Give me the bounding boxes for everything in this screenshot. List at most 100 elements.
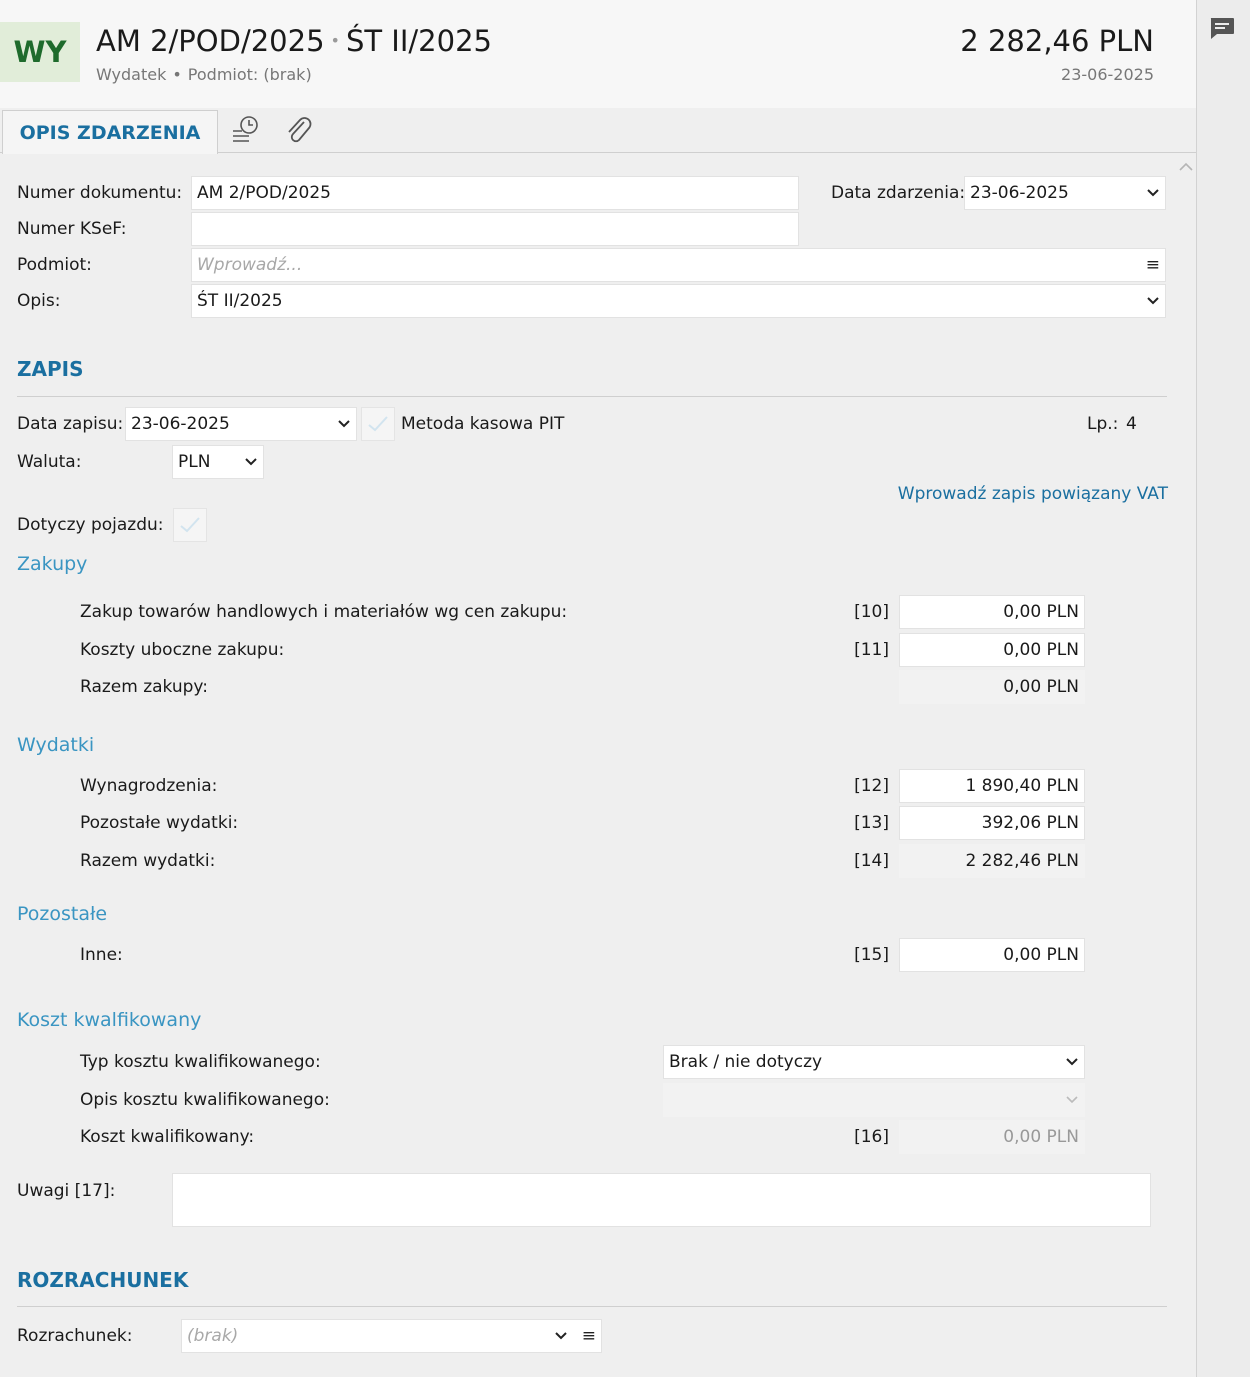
vehicle-checkbox[interactable]	[173, 508, 207, 542]
subtitle-separator: •	[172, 65, 182, 84]
qualified-cost-type-select[interactable]: Brak / nie dotyczy	[663, 1045, 1085, 1079]
scroll-up-chevron-icon[interactable]	[1178, 158, 1194, 171]
ksef-label: Numer KSeF:	[17, 219, 127, 239]
qualified-cost-label: Koszt kwalifikowany:	[80, 1127, 255, 1147]
chevron-down-icon	[1066, 1058, 1078, 1066]
field-code: [11]	[854, 640, 889, 660]
title-separator: •	[330, 31, 340, 50]
purchase-costs-label: Koszty uboczne zakupu:	[80, 640, 285, 660]
doc-number-label: Numer dokumentu:	[17, 183, 183, 203]
field-code: [10]	[854, 602, 889, 622]
notes-label: Uwagi [17]:	[17, 1181, 116, 1201]
subject-label: Podmiot:	[17, 255, 92, 275]
settlement-label: Rozrachunek:	[17, 1326, 133, 1346]
purchase-goods-value: 0,00 PLN	[1003, 602, 1079, 622]
other-value: 0,00 PLN	[1003, 945, 1079, 965]
entry-date-value: 23-06-2025	[131, 414, 230, 434]
vat-related-entry-link[interactable]: Wprowadź zapis powiązany VAT	[898, 484, 1168, 504]
qualified-cost-desc-label: Opis kosztu kwalifikowanego:	[80, 1090, 330, 1110]
side-panel	[1196, 0, 1250, 1377]
check-icon	[180, 517, 200, 533]
ksef-input[interactable]	[191, 212, 799, 246]
qualified-cost-desc-select	[663, 1083, 1085, 1117]
lp-value: 4	[1126, 414, 1137, 434]
entry-date-label: Data zapisu:	[17, 414, 124, 434]
document-subtitle: Wydatek • Podmiot: (brak)	[96, 65, 312, 84]
salaries-input[interactable]: 1 890,40 PLN	[899, 769, 1085, 803]
other-expenses-label: Pozostałe wydatki:	[80, 813, 239, 833]
notes-textarea[interactable]	[172, 1173, 1151, 1227]
expenses-total-value-box: 2 282,46 PLN	[899, 844, 1085, 878]
qualified-cost-value: 0,00 PLN	[1003, 1127, 1079, 1147]
doc-number-value: AM 2/POD/2025	[197, 183, 331, 203]
cash-method-checkbox[interactable]	[361, 407, 395, 441]
field-code: [14]	[854, 851, 889, 871]
salaries-value: 1 890,40 PLN	[965, 776, 1079, 796]
field-code: [12]	[854, 776, 889, 796]
description-select[interactable]: ŚT II/2025	[191, 284, 1166, 318]
purchase-costs-input[interactable]: 0,00 PLN	[899, 633, 1085, 667]
event-date-picker[interactable]: 23-06-2025	[964, 176, 1166, 210]
zakupy-group-title: Zakupy	[17, 553, 88, 575]
pozostale-group-title: Pozostałe	[17, 903, 108, 925]
field-code: [13]	[854, 813, 889, 833]
purchase-costs-value: 0,00 PLN	[1003, 640, 1079, 660]
comment-icon[interactable]	[1208, 16, 1236, 42]
qualified-cost-group-title: Koszt kwalfikowany	[17, 1009, 202, 1031]
document-amount: 2 282,46 PLN	[960, 24, 1154, 58]
cash-method-label: Metoda kasowa PIT	[401, 414, 565, 434]
history-icon[interactable]	[230, 114, 262, 146]
rozrachunek-divider	[17, 1306, 1167, 1307]
chevron-down-icon[interactable]	[554, 1331, 568, 1341]
purchase-goods-label: Zakup towarów handlowych i materiałów wg…	[80, 602, 568, 622]
document-date: 23-06-2025	[1061, 65, 1154, 84]
description-label: Opis:	[17, 291, 61, 311]
currency-select[interactable]: PLN	[172, 445, 264, 479]
zapis-section-title: ZAPIS	[17, 357, 84, 381]
field-code: [16]	[854, 1127, 889, 1147]
description-value: ŚT II/2025	[197, 291, 283, 311]
rozrachunek-section-title: ROZRACHUNEK	[17, 1268, 189, 1292]
wydatki-group-title: Wydatki	[17, 734, 95, 756]
settlement-select[interactable]: (brak) ≡	[181, 1319, 602, 1353]
document-type-badge: WY	[0, 22, 80, 82]
subject-input[interactable]: Wprowadź... ≡	[191, 248, 1166, 282]
other-input[interactable]: 0,00 PLN	[899, 938, 1085, 972]
chevron-down-icon	[1066, 1096, 1078, 1104]
other-label: Inne:	[80, 945, 123, 965]
chevron-down-icon	[1147, 189, 1159, 197]
currency-label: Waluta:	[17, 452, 82, 472]
purchase-total-label: Razem zakupy:	[80, 677, 208, 697]
other-expenses-value: 392,06 PLN	[981, 813, 1079, 833]
entry-date-picker[interactable]: 23-06-2025	[125, 407, 357, 441]
tab-opis-zdarzenia[interactable]: OPIS ZDARZENIA	[2, 110, 218, 154]
document-subject-label: Podmiot: (brak)	[187, 65, 312, 84]
document-type-label: Wydatek	[96, 65, 167, 84]
lp-label: Lp.:	[1087, 414, 1119, 434]
subject-placeholder: Wprowadź...	[197, 255, 303, 275]
purchase-goods-input[interactable]: 0,00 PLN	[899, 595, 1085, 629]
settlement-menu-icon[interactable]: ≡	[582, 1326, 596, 1346]
zapis-divider	[17, 396, 1167, 397]
document-title: AM 2/POD/2025 • ŚT II/2025	[96, 24, 492, 58]
qualified-cost-type-label: Typ kosztu kwalifikowanego:	[80, 1052, 321, 1072]
paperclip-icon[interactable]	[284, 114, 314, 146]
purchase-total-value-box: 0,00 PLN	[899, 670, 1085, 704]
document-description-title: ŚT II/2025	[345, 24, 492, 58]
purchase-total-value: 0,00 PLN	[1003, 677, 1079, 697]
chevron-down-icon	[338, 420, 350, 428]
document-number-title: AM 2/POD/2025	[96, 24, 325, 58]
chevron-down-icon	[1147, 297, 1159, 305]
event-date-value: 23-06-2025	[970, 183, 1069, 203]
doc-number-input[interactable]: AM 2/POD/2025	[191, 176, 799, 210]
other-expenses-input[interactable]: 392,06 PLN	[899, 806, 1085, 840]
expenses-total-value: 2 282,46 PLN	[965, 851, 1079, 871]
salaries-label: Wynagrodzenia:	[80, 776, 218, 796]
field-code: [15]	[854, 945, 889, 965]
vehicle-label: Dotyczy pojazdu:	[17, 515, 164, 535]
expenses-total-label: Razem wydatki:	[80, 851, 216, 871]
currency-value: PLN	[178, 452, 211, 472]
chevron-down-icon	[245, 458, 257, 466]
event-date-label: Data zdarzenia:	[831, 183, 966, 203]
subject-menu-icon[interactable]: ≡	[1146, 255, 1160, 275]
